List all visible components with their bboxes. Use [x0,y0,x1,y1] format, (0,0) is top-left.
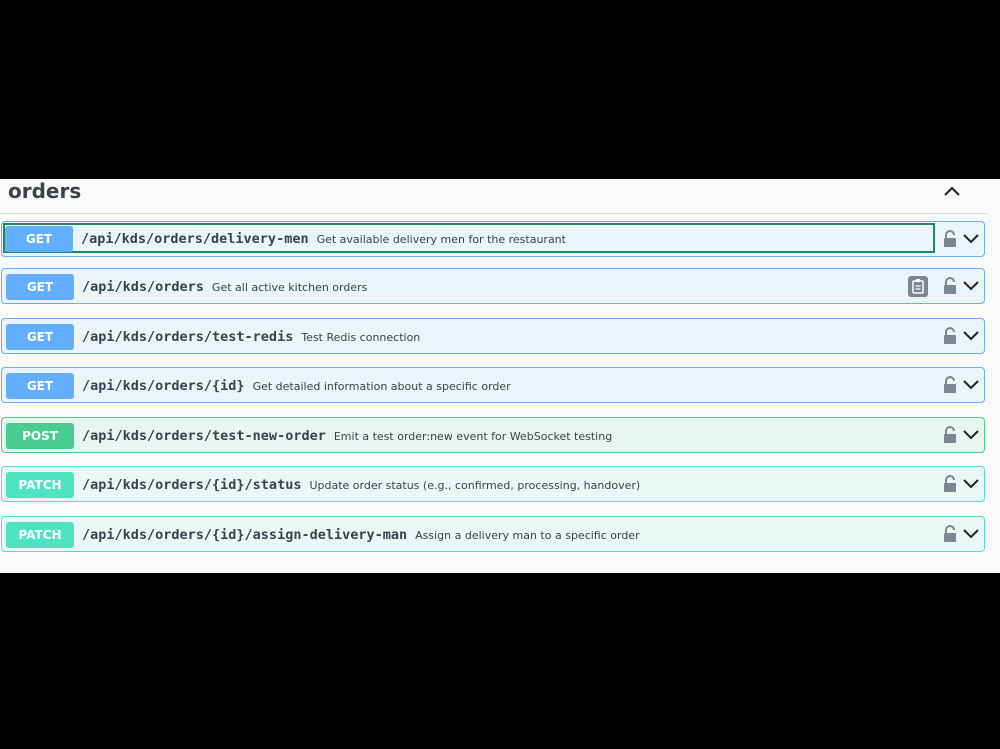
endpoint-summary: Assign a delivery man to a specific orde… [415,529,640,542]
operation-summary[interactable]: PATCH /api/kds/orders/{id}/status Update … [4,469,936,499]
endpoint-summary: Test Redis connection [301,331,421,344]
operation-get-order-by-id: GET /api/kds/orders/{id} Get detailed inf… [1,367,985,403]
chevron-down-icon[interactable] [962,378,980,392]
endpoint-path: /api/kds/orders/test-redis Test Redis con… [82,329,421,345]
lock-icon[interactable] [942,229,958,249]
method-badge: GET [6,274,74,300]
method-badge: PATCH [6,472,74,498]
section-header[interactable]: orders [0,179,988,214]
chevron-down-icon[interactable] [962,527,980,541]
operation-patch-assign-delivery-man: PATCH /api/kds/orders/{id}/assign-delive… [1,516,985,552]
chevron-down-icon[interactable] [962,428,980,442]
endpoint-summary: Get detailed information about a specifi… [252,380,511,393]
operation-get-test-redis: GET /api/kds/orders/test-redis Test Redis… [1,318,985,354]
orders-section: orders GET /api/kds/orders/delivery-men G… [0,179,1000,573]
endpoint-summary: Update order status (e.g., confirmed, pr… [309,479,641,492]
operation-summary[interactable]: POST /api/kds/orders/test-new-order Emit … [4,420,936,450]
method-badge: GET [6,373,74,399]
lock-icon[interactable] [942,474,958,494]
copy-to-clipboard-icon[interactable] [908,276,928,297]
method-badge: GET [5,226,73,252]
method-badge: POST [6,423,74,449]
endpoint-path: /api/kds/orders/test-new-order Emit a tes… [82,428,613,444]
lock-icon[interactable] [942,375,958,395]
operation-summary[interactable]: GET /api/kds/orders/{id} Get detailed inf… [4,370,936,400]
chevron-down-icon[interactable] [962,279,980,293]
endpoint-path: /api/kds/orders/{id}/assign-delivery-man… [82,527,640,543]
chevron-down-icon[interactable] [962,329,980,343]
endpoint-path: /api/kds/orders/{id} Get detailed informa… [82,378,511,394]
method-badge: GET [6,324,74,350]
operation-summary[interactable]: PATCH /api/kds/orders/{id}/assign-delive… [4,519,936,549]
chevron-down-icon[interactable] [962,232,980,246]
endpoint-summary: Get available delivery men for the resta… [316,233,566,246]
endpoint-path: /api/kds/orders/{id}/status Update order … [82,477,641,493]
lock-icon[interactable] [942,276,958,296]
operation-summary[interactable]: GET /api/kds/orders/test-redis Test Redis… [4,321,936,351]
endpoint-summary: Emit a test order:new event for WebSocke… [333,430,613,443]
operation-summary[interactable]: GET /api/kds/orders Get all active kitche… [4,271,936,301]
chevron-down-icon[interactable] [962,477,980,491]
method-badge: PATCH [6,522,74,548]
endpoint-summary: Get all active kitchen orders [211,281,368,294]
endpoint-path: /api/kds/orders/delivery-men Get availabl… [81,231,566,247]
endpoint-path: /api/kds/orders Get all active kitchen or… [82,279,368,295]
operation-post-test-new-order: POST /api/kds/orders/test-new-order Emit … [1,417,985,453]
section-title: orders [8,179,82,203]
operation-summary[interactable]: GET /api/kds/orders/delivery-men Get avai… [3,223,935,253]
lock-icon[interactable] [942,326,958,346]
chevron-up-icon[interactable] [940,181,964,201]
operation-patch-status: PATCH /api/kds/orders/{id}/status Update … [1,466,985,502]
lock-icon[interactable] [942,524,958,544]
lock-icon[interactable] [942,425,958,445]
operation-get-delivery-men: GET /api/kds/orders/delivery-men Get avai… [1,221,985,257]
operation-get-orders: GET /api/kds/orders Get all active kitche… [1,268,985,304]
